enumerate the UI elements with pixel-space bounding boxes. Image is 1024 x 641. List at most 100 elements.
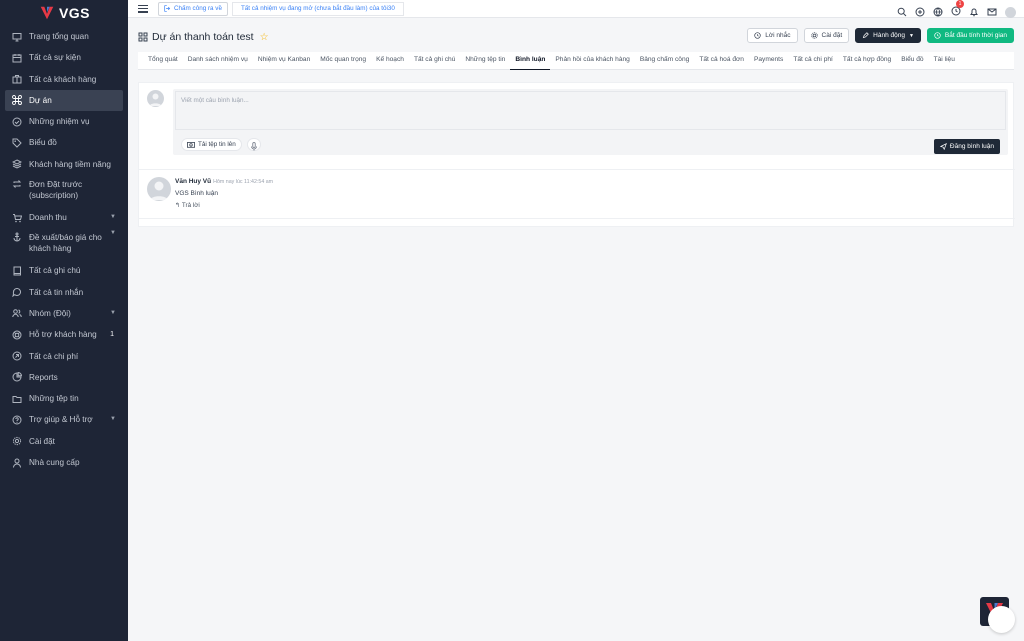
sidebar-item-label: Tất cả chi phí: [29, 351, 79, 361]
sidebar-item-6[interactable]: Khách hàng tiềm năng: [0, 154, 128, 175]
caret-down-icon: ▼: [908, 32, 914, 39]
sidebar-item-label: Trang tổng quan: [29, 32, 89, 41]
pen-icon: [862, 32, 869, 39]
tab-15[interactable]: Tài liệu: [929, 52, 960, 70]
sidebar-item-14[interactable]: Tất cả chi phí: [0, 346, 128, 367]
sidebar-item-8[interactable]: Doanh thu ▼: [0, 207, 128, 228]
check-circle-icon: [12, 117, 22, 127]
sidebar-item-2[interactable]: Tất cả khách hàng: [0, 69, 128, 90]
tab-10[interactable]: Tất cả hoá đơn: [694, 52, 749, 70]
mail-icon[interactable]: [987, 7, 997, 17]
top-bar: Chấm công ra về Tất cả nhiệm vụ đang mở …: [128, 0, 1024, 18]
divider: [139, 169, 1015, 170]
search-icon[interactable]: [897, 7, 907, 17]
sidebar-item-15[interactable]: Reports: [0, 367, 128, 388]
clock-out-button[interactable]: Chấm công ra về: [158, 1, 228, 16]
comment-author[interactable]: Văn Huy Vũ: [175, 178, 211, 185]
camera-icon: [187, 142, 195, 148]
sidebar-item-0[interactable]: Trang tổng quan: [0, 26, 128, 47]
sidebar-item-18[interactable]: Cài đặt: [0, 431, 128, 452]
globe-icon[interactable]: [933, 7, 943, 17]
reminder-button[interactable]: Lời nhắc: [747, 28, 798, 43]
sidebar-item-16[interactable]: Những tệp tin: [0, 388, 128, 409]
sidebar-item-5[interactable]: Biểu đồ: [0, 132, 128, 153]
tab-12[interactable]: Tất cả chi phí: [788, 52, 838, 70]
sidebar-item-label: Tất cả tin nhắn: [29, 287, 84, 297]
layers-icon: [12, 159, 22, 169]
tab-6[interactable]: Những tệp tin: [460, 52, 510, 70]
tab-2[interactable]: Nhiệm vụ Kanban: [253, 52, 315, 70]
plus-circle-icon[interactable]: [915, 7, 925, 17]
user-avatar[interactable]: [1005, 6, 1016, 18]
open-tasks-link[interactable]: Tất cả nhiệm vụ đang mở (chưa bắt đầu là…: [231, 1, 404, 16]
chevron-down-icon: ▼: [110, 309, 116, 316]
book-icon: [13, 266, 21, 276]
favorite-star-icon[interactable]: ☆: [260, 32, 269, 43]
sidebar-item-3[interactable]: Dự án: [5, 89, 123, 112]
settings-icon: [12, 437, 22, 446]
start-timer-label: Bắt đầu tính thời gian: [944, 32, 1007, 39]
actions-dropdown-button[interactable]: Hành động ▼: [855, 28, 921, 43]
sidebar-item-label: Dự án: [29, 95, 52, 105]
tab-5[interactable]: Tất cả ghi chú: [409, 52, 460, 70]
reply-label: Trả lời: [181, 202, 200, 209]
reply-arrow-icon: ↰: [175, 202, 181, 209]
monitor-icon: [12, 32, 22, 41]
tab-4[interactable]: Kế hoạch: [371, 52, 409, 70]
comment-input[interactable]: Viết một câu bình luận...: [175, 91, 1006, 130]
sidebar: VGS Trang tổng quan Tất cả sự kiện Tất cả …: [0, 0, 128, 641]
sidebar-item-label: Cài đặt: [29, 436, 55, 446]
sidebar-item-7[interactable]: Đơn Đặt trước (subscription): [0, 175, 128, 207]
sidebar-item-4[interactable]: Những nhiệm vụ: [0, 111, 128, 132]
sidebar-item-11[interactable]: Tất cả tin nhắn: [0, 282, 128, 303]
tab-14[interactable]: Biểu đồ: [896, 52, 928, 70]
tab-7[interactable]: Bình luận: [510, 52, 551, 70]
comment-text: VGS Bình luận: [175, 190, 218, 197]
sidebar-item-17[interactable]: Trợ giúp & Hỗ trợ ▼: [0, 409, 128, 430]
sidebar-item-label: Tất cả ghi chú: [29, 266, 81, 276]
chevron-down-icon: ▼: [110, 214, 116, 221]
sidebar-item-12[interactable]: Nhóm (Đội) ▼: [0, 303, 128, 324]
sidebar-item-label: Nhà cung cấp: [29, 458, 80, 468]
sidebar-item-1[interactable]: Tất cả sự kiện: [0, 47, 128, 68]
sidebar-item-9[interactable]: Đề xuất/báo giá cho khách hàng ▼: [0, 228, 128, 260]
top-icon-group: 1: [897, 0, 1016, 21]
brand-logo[interactable]: VGS: [0, 0, 128, 22]
tab-8[interactable]: Phản hồi của khách hàng: [550, 52, 634, 70]
settings-button[interactable]: Cài đặt: [803, 28, 850, 43]
upload-file-button[interactable]: Tải tệp tin lên: [181, 138, 242, 151]
command-icon: [12, 95, 22, 106]
tab-13[interactable]: Tất cả hợp đồng: [838, 52, 896, 70]
tab-1[interactable]: Danh sách nhiệm vụ: [183, 52, 253, 70]
sidebar-item-label: Doanh thu: [29, 213, 67, 223]
pie-chart-icon: [12, 372, 22, 382]
tab-0[interactable]: Tổng quát: [143, 52, 183, 70]
sidebar-item-19[interactable]: Nhà cung cấp: [0, 452, 128, 473]
reply-link[interactable]: ↰ Trả lời: [175, 202, 200, 209]
tab-3[interactable]: Mốc quan trọng: [315, 52, 371, 70]
chevron-down-icon: ▼: [110, 230, 116, 237]
sidebar-item-13[interactable]: Hỗ trợ khách hàng 1: [0, 324, 128, 345]
post-comment-button[interactable]: Đăng bình luận: [933, 139, 1000, 154]
floating-chat-button[interactable]: [988, 606, 1015, 633]
sidebar-item-10[interactable]: Tất cả ghi chú: [0, 260, 128, 281]
notification-count-badge: 1: [956, 0, 964, 8]
comments-card: Viết một câu bình luận... Tải tệp tin lê…: [138, 82, 1015, 227]
start-timer-button[interactable]: Bắt đầu tính thời gian: [926, 28, 1014, 43]
comment-composer: Viết một câu bình luận... Tải tệp tin lê…: [173, 89, 1008, 155]
comment-header: Văn Huy Vũ Hôm nay lúc 11:42:54 am: [175, 178, 273, 185]
comment-time: Hôm nay lúc 11:42:54 am: [213, 179, 274, 185]
user-icon: [13, 458, 21, 468]
actions-label: Hành động: [873, 32, 905, 39]
tab-9[interactable]: Bảng chấm công: [635, 52, 695, 70]
timer-notification[interactable]: 1: [951, 0, 964, 21]
hamburger-menu-icon[interactable]: [138, 4, 148, 13]
grid-icon: [138, 32, 148, 42]
microphone-button[interactable]: [247, 138, 261, 151]
sidebar-item-label: Hỗ trợ khách hàng: [29, 330, 97, 340]
tab-11[interactable]: Payments: [749, 52, 788, 70]
project-tabs: Tổng quát Danh sách nhiệm vụ Nhiệm vụ Kanb…: [138, 52, 1014, 70]
comment-author-avatar: [147, 177, 171, 201]
bell-icon[interactable]: [969, 7, 979, 17]
sidebar-item-label: Reports: [29, 372, 58, 382]
